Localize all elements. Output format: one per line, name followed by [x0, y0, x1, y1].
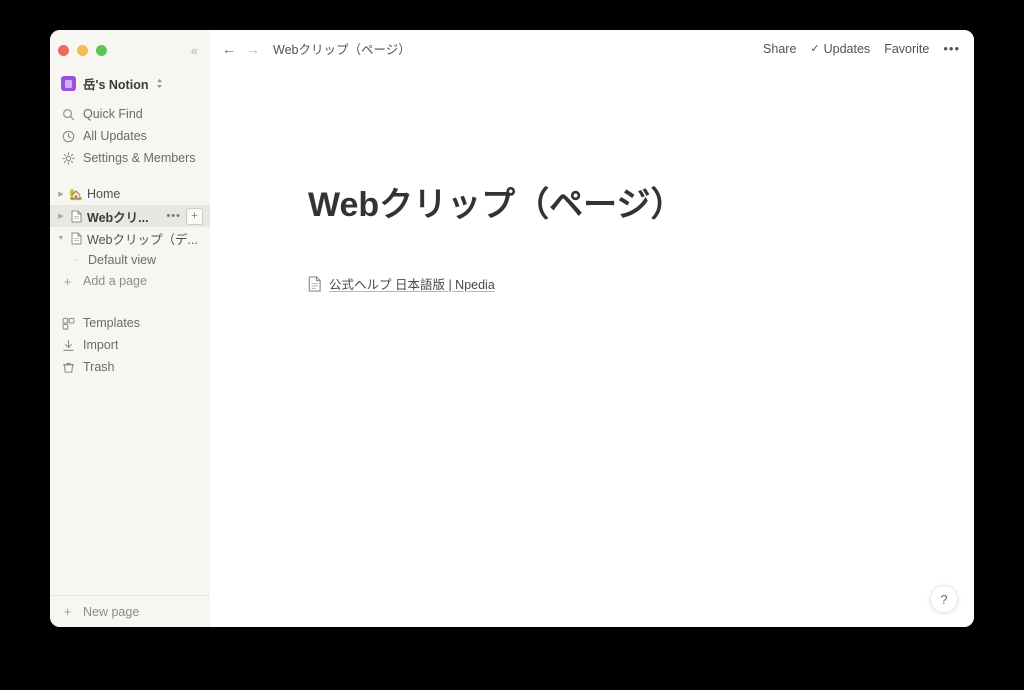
- favorite-button[interactable]: Favorite: [884, 42, 929, 56]
- workspace-name: 岳's Notion: [83, 78, 149, 92]
- add-subpage-icon[interactable]: +: [186, 207, 203, 225]
- minimize-button[interactable]: [77, 44, 88, 56]
- updates-button[interactable]: ✓ Updates: [810, 42, 870, 56]
- window-controls: [58, 44, 107, 56]
- sidebar-item-quick-find[interactable]: Quick Find: [50, 103, 210, 125]
- sidebar-subitem-default-view[interactable]: · Default view: [50, 249, 210, 270]
- page-link-block[interactable]: 公式ヘルプ 日本語版 | Npedia: [308, 274, 495, 293]
- chevron-right-icon[interactable]: ▶: [54, 190, 68, 198]
- sidebar-item-import[interactable]: Import: [50, 334, 210, 356]
- sidebar-item-label: Trash: [83, 360, 115, 374]
- sidebar-tree-item-label: Home: [87, 187, 121, 201]
- updates-label: Updates: [823, 41, 871, 56]
- collapse-sidebar-icon[interactable]: «: [188, 42, 200, 59]
- sidebar-item-all-updates[interactable]: All Updates: [50, 125, 210, 147]
- sidebar-item-templates[interactable]: Templates: [50, 312, 210, 334]
- templates-icon: [61, 316, 75, 330]
- gear-icon: [61, 151, 75, 165]
- sidebar-item-trash[interactable]: Trash: [50, 356, 210, 378]
- sidebar-tree-item-webclip-database[interactable]: ▼ Webクリップ（デ...: [50, 227, 210, 249]
- sidebar-subitem-label: Default view: [88, 252, 157, 267]
- clock-icon: [61, 129, 75, 143]
- sidebar-item-label: Templates: [83, 316, 140, 330]
- topbar-right: Share ✓ Updates Favorite •••: [763, 42, 960, 56]
- share-button[interactable]: Share: [763, 42, 796, 56]
- sidebar-titlebar: «: [50, 36, 210, 64]
- add-a-page-label: Add a page: [83, 274, 147, 288]
- sidebar-bottom-section: Templates Import Trash: [50, 312, 210, 378]
- chevron-updown-icon: [156, 78, 163, 89]
- zoom-button[interactable]: [96, 44, 107, 56]
- workspace-switcher[interactable]: 岳's Notion: [50, 70, 210, 97]
- page-icon: [68, 210, 84, 223]
- main-content-area: ← → Webクリップ（ページ） Share ✓ Updates Favorit…: [210, 30, 974, 627]
- check-icon: ✓: [810, 43, 820, 55]
- more-options-icon[interactable]: •••: [943, 42, 960, 55]
- notion-app-window: « 岳's Notion Quick Find All Updates Sett…: [50, 30, 974, 627]
- sidebar-item-label: Quick Find: [83, 107, 143, 121]
- breadcrumb[interactable]: Webクリップ（ページ）: [273, 39, 411, 58]
- sidebar-nav-section: Quick Find All Updates Settings & Member…: [50, 103, 210, 169]
- more-options-icon[interactable]: •••: [166, 210, 181, 222]
- page-body: Webクリップ（ページ） 公式ヘルプ 日本語版 | Npedia ?: [210, 67, 974, 627]
- trash-icon: [61, 360, 75, 374]
- sidebar-tree-item-label: Webクリ...: [87, 210, 149, 225]
- chevron-down-icon[interactable]: ▼: [54, 235, 68, 242]
- sidebar-item-label: All Updates: [83, 129, 147, 143]
- sidebar: « 岳's Notion Quick Find All Updates Sett…: [50, 30, 210, 627]
- workspace-avatar-icon: [61, 76, 76, 91]
- bullet-icon: ·: [74, 253, 78, 266]
- sidebar-add-a-page-button[interactable]: + Add a page: [50, 270, 210, 292]
- sidebar-new-page-button[interactable]: + New page: [50, 595, 210, 627]
- topbar-left: ← → Webクリップ（ページ）: [222, 39, 411, 58]
- forward-arrow-icon[interactable]: →: [246, 42, 260, 56]
- sidebar-item-settings-members[interactable]: Settings & Members: [50, 147, 210, 169]
- help-button[interactable]: ?: [930, 585, 958, 613]
- chevron-updown-svg: [157, 79, 163, 88]
- sidebar-row-actions: ••• +: [166, 207, 206, 225]
- page-title[interactable]: Webクリップ（ページ）: [308, 177, 684, 226]
- sidebar-item-label: Settings & Members: [83, 151, 196, 165]
- page-icon: [68, 232, 84, 245]
- sidebar-tree-item-webclip-page[interactable]: ▶ Webクリ... ••• +: [50, 205, 210, 227]
- chevron-right-icon[interactable]: ▶: [54, 212, 68, 220]
- house-emoji-icon: 🏡: [69, 188, 83, 201]
- search-icon: [61, 107, 75, 121]
- main-topbar: ← → Webクリップ（ページ） Share ✓ Updates Favorit…: [210, 30, 974, 67]
- new-page-label: New page: [83, 604, 140, 619]
- sidebar-tree-item-home[interactable]: ▶ 🏡 Home: [50, 183, 210, 205]
- import-icon: [61, 338, 75, 352]
- plus-icon: +: [63, 273, 72, 289]
- sidebar-tree-item-label: Webクリップ（デ...: [87, 232, 198, 247]
- close-button[interactable]: [58, 44, 69, 56]
- sidebar-item-label: Import: [83, 338, 119, 352]
- page-icon: [308, 275, 322, 292]
- back-arrow-icon[interactable]: ←: [222, 42, 236, 56]
- plus-icon: +: [63, 604, 72, 619]
- sidebar-page-tree: ▶ 🏡 Home ▶ Webクリ... ••• + ▼ Webクリップ（デ...…: [50, 183, 210, 292]
- page-link-text[interactable]: 公式ヘルプ 日本語版 | Npedia: [329, 274, 495, 293]
